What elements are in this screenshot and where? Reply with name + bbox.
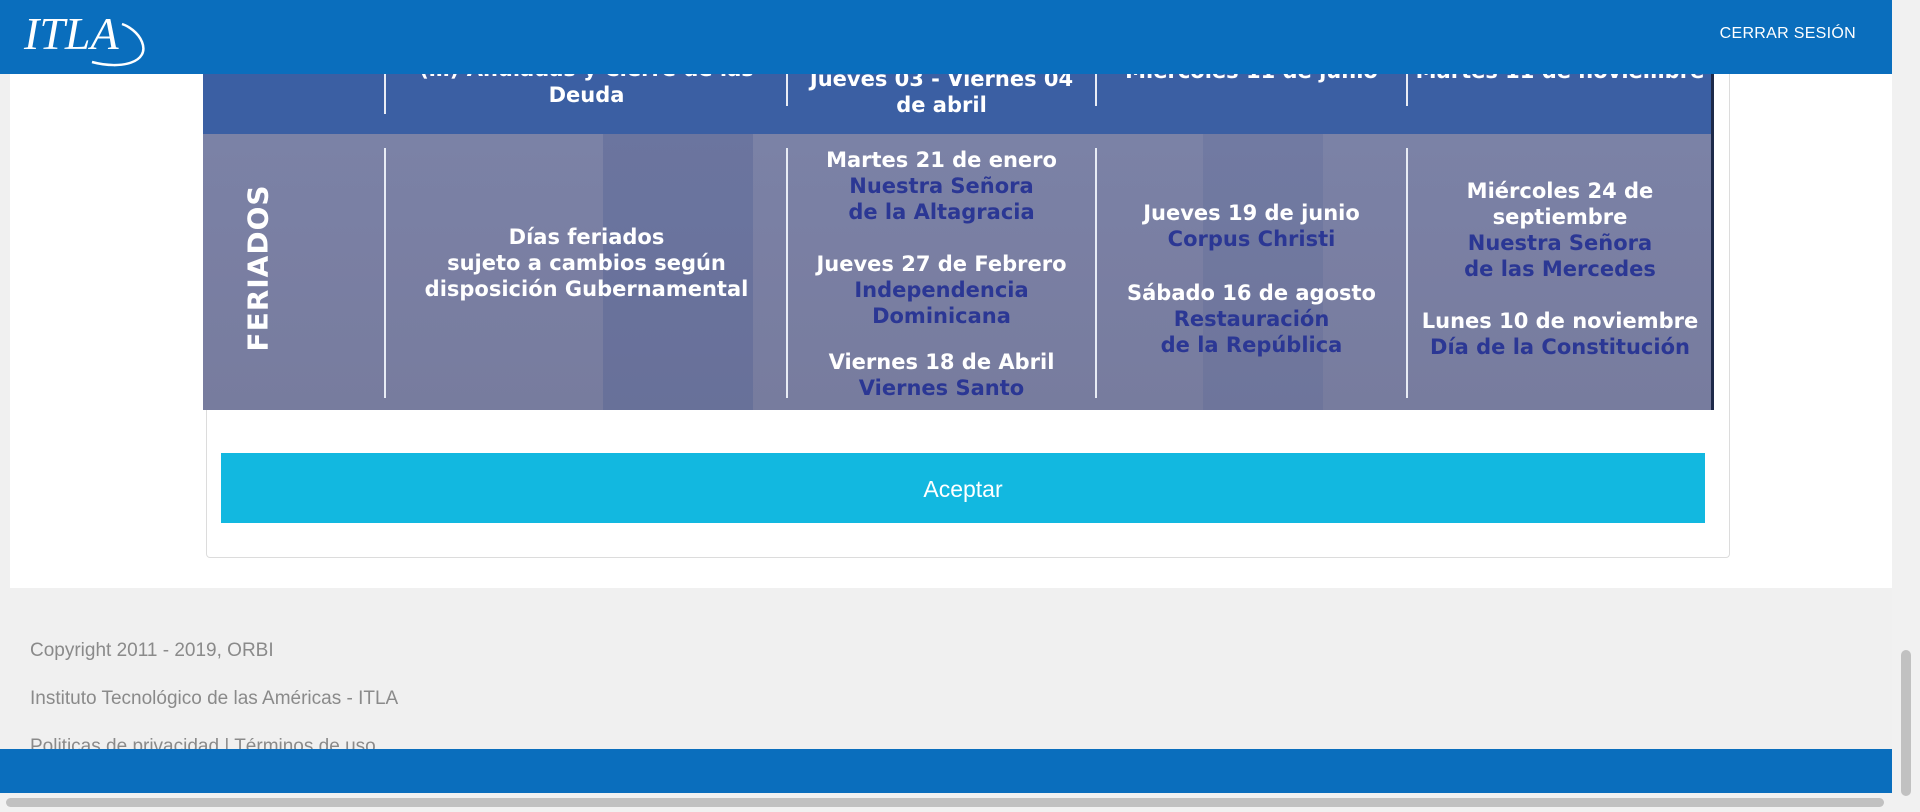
column-divider — [384, 148, 386, 398]
feriados-description: Días feriados sujeto a cambios según dis… — [389, 224, 784, 302]
logo-text: ITLA — [23, 8, 119, 59]
vertical-scrollbar[interactable] — [1892, 0, 1920, 812]
column-divider — [786, 148, 788, 398]
top-header: ITLA CERRAR SESIÓN — [0, 0, 1892, 74]
footer-institute: Instituto Tecnológico de las Américas - … — [30, 688, 399, 709]
description-line: disposición Gubernamental — [424, 277, 749, 301]
holiday-name: Corpus Christi — [1167, 227, 1336, 251]
feriados-label: FERIADOS — [223, 168, 293, 368]
bottom-bar — [0, 749, 1892, 793]
holiday-name: Dominicana — [872, 304, 1011, 328]
horizontal-scrollbar[interactable] — [0, 793, 1892, 812]
accept-button[interactable]: Aceptar — [221, 453, 1705, 523]
holiday-date: Martes 21 de enero — [826, 148, 1057, 172]
feriados-label-text: FERIADOS — [241, 184, 275, 352]
holiday-name: de las Mercedes — [1464, 257, 1656, 281]
holiday-date: Sábado 16 de agosto — [1127, 281, 1376, 305]
holiday-name: de la República — [1160, 333, 1343, 357]
holiday-date: Jueves 19 de junio — [1143, 201, 1360, 225]
holiday-date: Viernes 18 de Abril — [828, 350, 1055, 374]
top-row-date: de abril — [896, 93, 987, 117]
holiday-name: Restauración — [1173, 307, 1330, 331]
holiday-name: Nuestra Señora — [1467, 231, 1653, 255]
holiday-name: de la Altagracia — [848, 200, 1035, 224]
column-divider — [1095, 148, 1097, 398]
feriados-col-3: Jueves 19 de junio Corpus Christi Sábado… — [1098, 200, 1405, 358]
scrollbar-thumb[interactable] — [1901, 650, 1911, 796]
holiday-name: Viernes Santo — [858, 376, 1025, 400]
description-line: sujeto a cambios según — [447, 251, 726, 275]
page: (…) Anuladas y Cierre de las Deuda Jueve… — [0, 0, 1920, 812]
footer-copyright: Copyright 2011 - 2019, ORBI — [30, 640, 274, 661]
scrollbar-thumb[interactable] — [6, 798, 1884, 807]
holiday-name: Día de la Constitución — [1430, 335, 1690, 359]
itla-logo[interactable]: ITLA — [22, 4, 152, 70]
holiday-name: Independencia — [854, 278, 1029, 302]
holiday-name: Nuestra Señora — [849, 174, 1034, 198]
feriados-col-2: Martes 21 de enero Nuestra Señora de la … — [789, 147, 1094, 401]
logout-link[interactable]: CERRAR SESIÓN — [1720, 25, 1856, 43]
column-divider — [1406, 148, 1408, 398]
description-line: Días feriados — [508, 225, 665, 249]
holiday-date: Lunes 10 de noviembre — [1421, 309, 1699, 333]
holiday-date: Jueves 27 de Febrero — [816, 252, 1067, 276]
feriados-col-4: Miércoles 24 de septiembre Nuestra Señor… — [1409, 178, 1711, 360]
holiday-date: Miércoles 24 de septiembre — [1466, 179, 1654, 229]
